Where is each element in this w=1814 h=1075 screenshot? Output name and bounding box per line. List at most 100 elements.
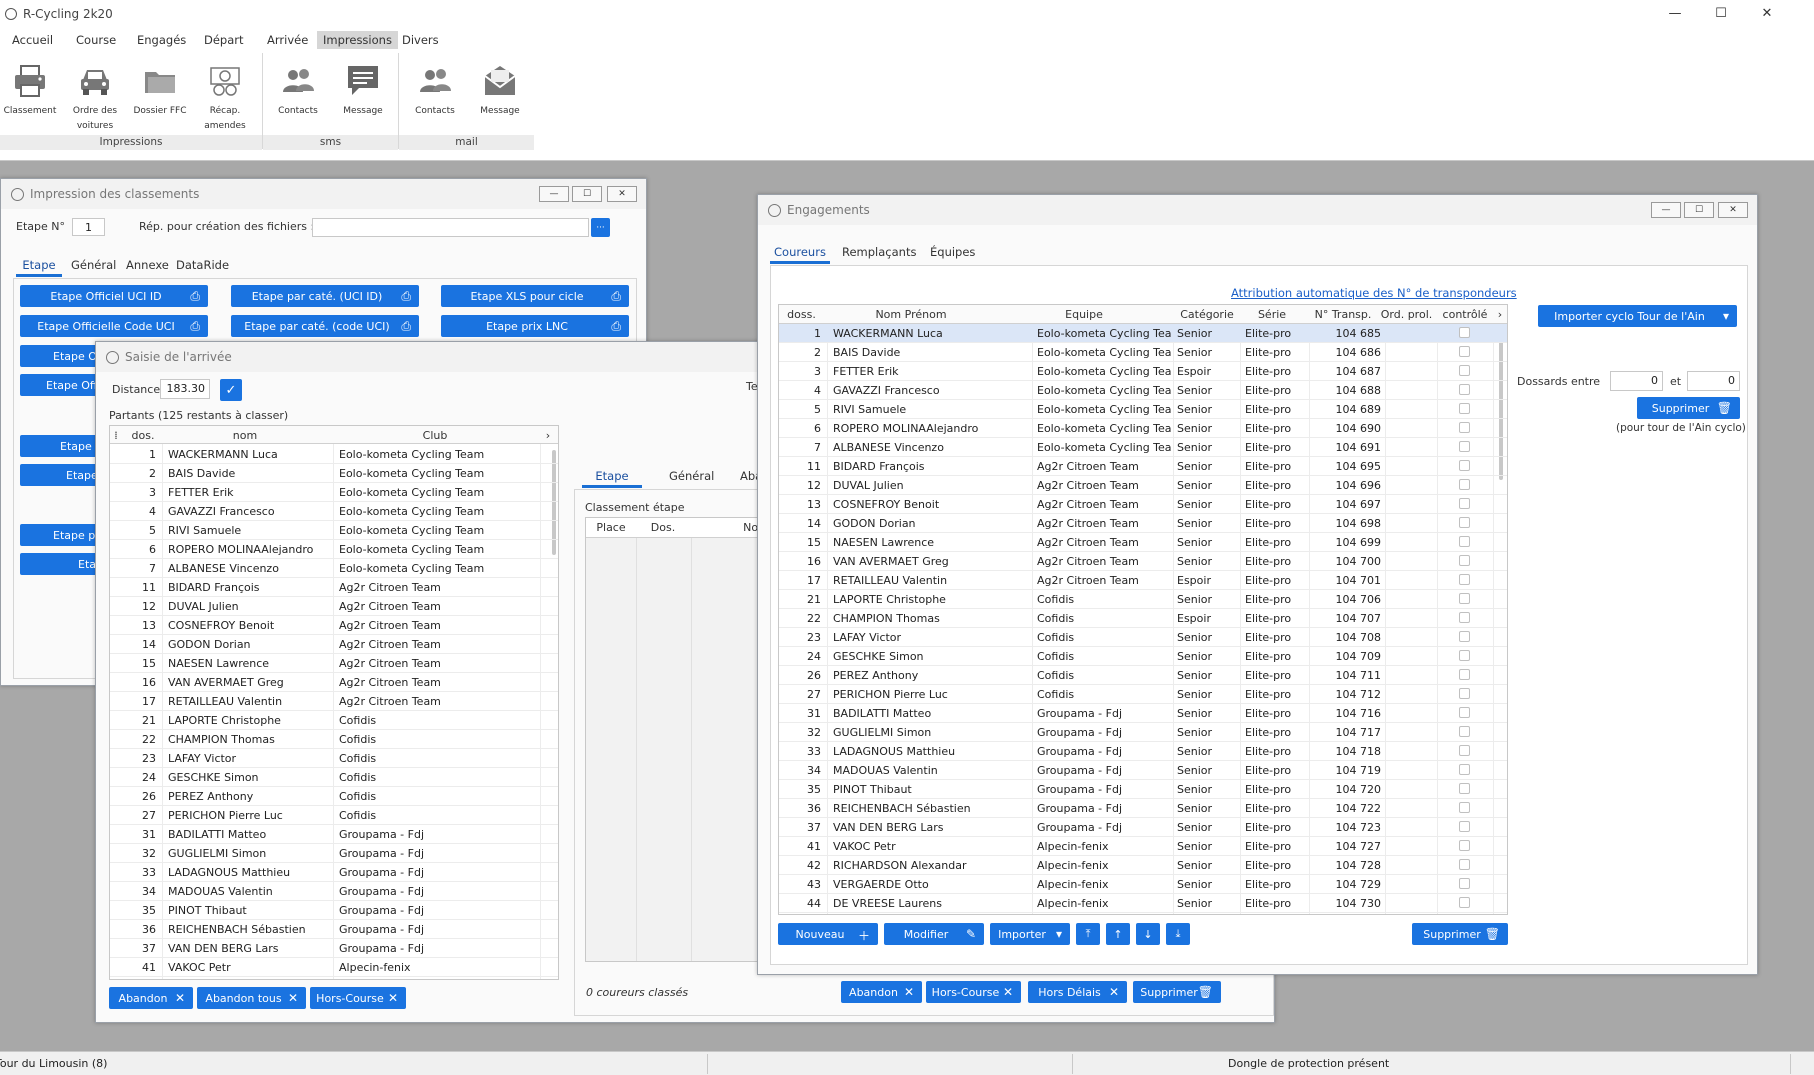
hors-course-button[interactable]: Hors-Course ✕: [310, 987, 406, 1009]
table-row[interactable]: 37 VAN DEN BERG Lars Groupama - Fdj: [110, 939, 558, 958]
table-row[interactable]: 5 RIVI Samuele Eolo-kometa Cycling Team Sen…: [779, 400, 1507, 419]
classement-grid[interactable]: Place Dos. Nom: [585, 517, 765, 962]
controle-checkbox[interactable]: [1459, 764, 1470, 775]
table-row[interactable]: 33 LADAGNOUS Matthieu Groupama - Fdj Senior…: [779, 742, 1507, 761]
menu-accueil[interactable]: Accueil: [6, 31, 59, 49]
table-row[interactable]: 15 NAESEN Lawrence Ag2r Citroen Team: [110, 654, 558, 673]
table-row[interactable]: 3 FETTER Erik Eolo-kometa Cycling Team: [110, 483, 558, 502]
table-row[interactable]: 15 NAESEN Lawrence Ag2r Citroen Team Senior…: [779, 533, 1507, 552]
controle-checkbox[interactable]: [1459, 517, 1470, 528]
impression-minimize-button[interactable]: —: [539, 186, 569, 202]
minimize-button[interactable]: —: [1652, 0, 1698, 27]
controle-checkbox[interactable]: [1459, 422, 1470, 433]
ribbon-dossier-ffc-button[interactable]: Dossier FFC: [130, 62, 190, 119]
controle-checkbox[interactable]: [1459, 631, 1470, 642]
dossards-to-input[interactable]: 0: [1687, 371, 1740, 391]
controle-checkbox[interactable]: [1459, 555, 1470, 566]
table-row[interactable]: 2 BAIS Davide Eolo-kometa Cycling Team Seni…: [779, 343, 1507, 362]
table-row[interactable]: 23 LAFAY Victor Cofidis: [110, 749, 558, 768]
controle-checkbox[interactable]: [1459, 783, 1470, 794]
importer-cyclo-button[interactable]: Importer cyclo Tour de l'Ain ▾: [1538, 305, 1737, 327]
table-row[interactable]: 31 BADILATTI Matteo Groupama - Fdj Senior El…: [779, 704, 1507, 723]
table-row[interactable]: 27 PERICHON Pierre Luc Cofidis: [110, 806, 558, 825]
controle-checkbox[interactable]: [1459, 346, 1470, 357]
table-row[interactable]: 17 RETAILLEAU Valentin Ag2r Citroen Team: [110, 692, 558, 711]
ribbon-recap-amendes-button[interactable]: Récap. amendes: [195, 62, 255, 134]
hors-course-right-button[interactable]: Hors-Course ✕: [926, 981, 1021, 1003]
table-row[interactable]: 12 DUVAL Julien Ag2r Citroen Team: [110, 597, 558, 616]
table-row[interactable]: 26 PEREZ Anthony Cofidis Senior Elite-pro 104…: [779, 666, 1507, 685]
modifier-button[interactable]: Modifier ✎: [884, 923, 984, 945]
table-row[interactable]: 34 MADOUAS Valentin Groupama - Fdj Senior El…: [779, 761, 1507, 780]
tab-coureurs[interactable]: Coureurs: [770, 242, 830, 264]
controle-checkbox[interactable]: [1459, 479, 1470, 490]
etape-par-cate-uci-id-button[interactable]: Etape par caté. (UCI ID) ⎙: [231, 285, 419, 307]
controle-checkbox[interactable]: [1459, 612, 1470, 623]
table-row[interactable]: 11 BIDARD François Ag2r Citroen Team: [110, 578, 558, 597]
menu-divers[interactable]: Divers: [396, 31, 445, 49]
table-row[interactable]: 7 ALBANESE Vincenzo Eolo-kometa Cycling Te…: [779, 438, 1507, 457]
table-row[interactable]: 21 LAPORTE Christophe Cofidis: [110, 711, 558, 730]
controle-checkbox[interactable]: [1459, 726, 1470, 737]
col-ord-prol[interactable]: Ord. prol.: [1379, 308, 1434, 321]
controle-checkbox[interactable]: [1459, 821, 1470, 832]
table-row[interactable]: 43 VERGAERDE Otto Alpecin-fenix Senior Elite…: [779, 875, 1507, 894]
controle-checkbox[interactable]: [1459, 802, 1470, 813]
etape-officielle-code-uci-button[interactable]: Etape Officielle Code UCI ⎙: [20, 315, 208, 337]
table-row[interactable]: 5 RIVI Samuele Eolo-kometa Cycling Team: [110, 521, 558, 540]
table-row[interactable]: 17 RETAILLEAU Valentin Ag2r Citroen Team Es…: [779, 571, 1507, 590]
controle-checkbox[interactable]: [1459, 859, 1470, 870]
dossards-from-input[interactable]: 0: [1610, 371, 1663, 391]
rep-input[interactable]: [312, 218, 589, 237]
tab-etape[interactable]: Etape: [16, 255, 62, 277]
table-row[interactable]: 16 VAN AVERMAET Greg Ag2r Citroen Team Seni…: [779, 552, 1507, 571]
table-row[interactable]: 32 GUGLIELMI Simon Groupama - Fdj Senior Eli…: [779, 723, 1507, 742]
table-row[interactable]: 41 VAKOC Petr Alpecin-fenix Senior Elite-pro…: [779, 837, 1507, 856]
distance-input[interactable]: 183.30: [160, 379, 210, 399]
move-down-button[interactable]: ↓: [1136, 923, 1160, 945]
col-transp[interactable]: N° Transp.: [1312, 308, 1374, 321]
table-row[interactable]: 35 PINOT Thibaut Groupama - Fdj: [110, 901, 558, 920]
table-row[interactable]: 3 FETTER Erik Eolo-kometa Cycling Team Espo…: [779, 362, 1507, 381]
table-row[interactable]: 37 VAN DEN BERG Lars Groupama - Fdj Senior E…: [779, 818, 1507, 837]
table-row[interactable]: 1 WACKERMANN Luca Eolo-kometa Cycling Team: [110, 445, 558, 464]
table-row[interactable]: 2 BAIS Davide Eolo-kometa Cycling Team: [110, 464, 558, 483]
menu-depart[interactable]: Départ: [198, 31, 250, 49]
impression-maximize-button[interactable]: ☐: [572, 186, 602, 202]
table-row[interactable]: 42 RICHARDSON Alexandar Alpecin-fenix Senio…: [779, 856, 1507, 875]
ribbon-ordre-voitures-button[interactable]: Ordre des voitures: [65, 62, 125, 134]
col-equipe[interactable]: Equipe: [1029, 308, 1139, 321]
table-row[interactable]: 14 GODON Dorian Ag2r Citroen Team Senior Eli…: [779, 514, 1507, 533]
move-bottom-button[interactable]: ⤓: [1166, 923, 1190, 945]
etape-prix-lnc-button[interactable]: Etape prix LNC ⎙: [441, 315, 629, 337]
col-club[interactable]: Club: [335, 429, 535, 442]
move-up-button[interactable]: ↑: [1106, 923, 1130, 945]
close-button[interactable]: ✕: [1744, 0, 1790, 27]
table-row[interactable]: 13 COSNEFROY Benoit Ag2r Citroen Team Senio…: [779, 495, 1507, 514]
distance-confirm-button[interactable]: ✓: [220, 379, 242, 401]
supprimer-dossards-button[interactable]: Supprimer 🗑: [1637, 397, 1740, 419]
tab-annexe[interactable]: Annexe: [126, 255, 169, 277]
menu-impressions[interactable]: Impressions: [317, 31, 398, 49]
controle-checkbox[interactable]: [1459, 669, 1470, 680]
abandon-button[interactable]: Abandon ✕: [109, 987, 193, 1009]
table-row[interactable]: 27 PERICHON Pierre Luc Cofidis Senior Elite-…: [779, 685, 1507, 704]
etape-officiel-uci-id-button[interactable]: Etape Officiel UCI ID ⎙: [20, 285, 208, 307]
table-row[interactable]: 31 BADILATTI Matteo Groupama - Fdj: [110, 825, 558, 844]
table-row[interactable]: 33 LADAGNOUS Matthieu Groupama - Fdj: [110, 863, 558, 882]
ribbon-sms-message-button[interactable]: Message: [333, 62, 393, 119]
table-row[interactable]: 6 ROPERO MOLINAAlejandro Eolo-kometa Cycli…: [779, 419, 1507, 438]
controle-checkbox[interactable]: [1459, 574, 1470, 585]
col-dos-classement[interactable]: Dos.: [638, 521, 688, 534]
controle-checkbox[interactable]: [1459, 460, 1470, 471]
engagements-grid[interactable]: doss. Nom Prénom Equipe Catégorie Série …: [778, 304, 1508, 915]
table-row[interactable]: 14 GODON Dorian Ag2r Citroen Team: [110, 635, 558, 654]
impression-close-button[interactable]: ✕: [607, 186, 637, 202]
menu-engages[interactable]: Engagés: [131, 31, 192, 49]
menu-arrivee[interactable]: Arrivée: [261, 31, 314, 49]
attribution-transpondeurs-link[interactable]: Attribution automatique des N° de transp…: [1231, 286, 1517, 300]
table-row[interactable]: 21 LAPORTE Christophe Cofidis Senior Elite-p…: [779, 590, 1507, 609]
controle-checkbox[interactable]: [1459, 403, 1470, 414]
col-doss[interactable]: doss.: [779, 308, 824, 321]
rep-browse-button[interactable]: ···: [591, 218, 610, 237]
